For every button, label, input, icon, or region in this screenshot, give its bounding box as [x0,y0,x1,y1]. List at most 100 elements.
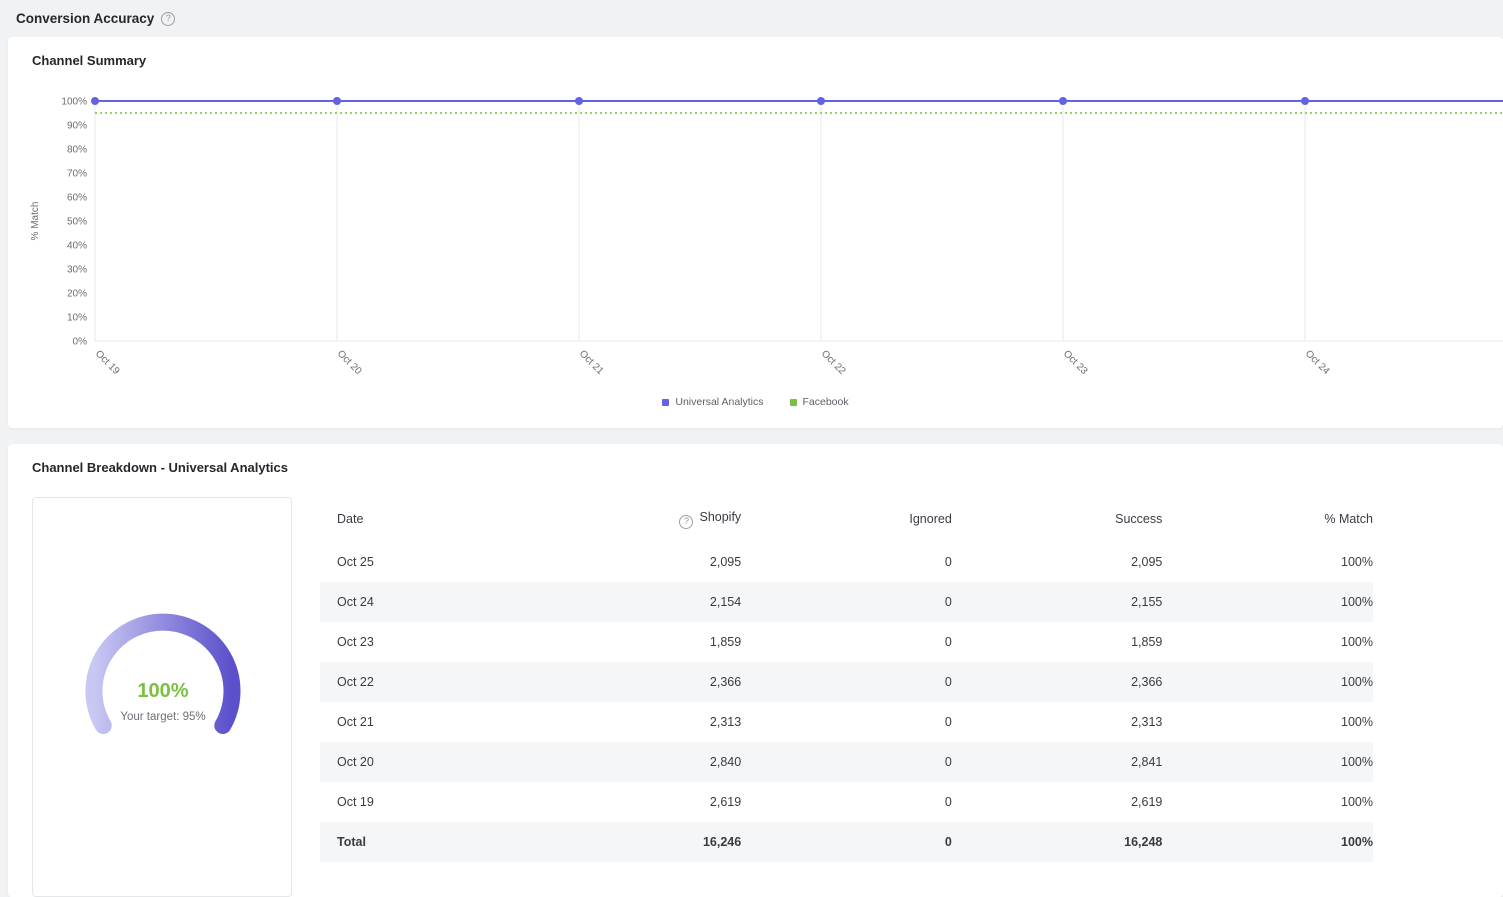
breakdown-table: Date? Shopify Ignored Success % Match Oct 25… [320,497,1373,862]
cell-shopify: 1,859 [709,634,742,649]
cell-success: 2,841 [1131,754,1163,769]
cell-ignored: 0 [944,634,952,649]
table-row: Oct 21 2,313 0 2,313 100% [320,702,1373,742]
legend-label: Universal Analytics [675,396,764,408]
legend-swatch [662,398,670,406]
gauge-arc [85,613,241,734]
cell-shopify: 2,154 [709,594,742,609]
legend-swatch [789,398,797,406]
data-point-universal-analytics[interactable] [1059,97,1067,105]
cell-success: 16,248 [1124,834,1163,849]
y-tick-label: 20% [67,289,87,300]
line-chart: 100% 90% 80% 70% 60% 50% 40% 30% 20% 10% 0% % Match… [30,97,1503,377]
y-tick-label: 0% [73,337,88,348]
data-point-universal-analytics[interactable] [333,97,341,105]
col-header-date: Date [320,497,531,542]
legend-item-facebook[interactable]: Facebook [789,396,849,408]
breakdown-table-wrap: Date? Shopify Ignored Success % Match Oct 25… [320,497,1503,862]
col-header-label: Ignored [909,512,952,527]
cell-shopify: 2,840 [709,754,742,769]
legend-label: Facebook [802,396,849,408]
chart-legend: Universal Analytics Facebook [8,386,1503,428]
cell-success: 2,366 [1131,674,1163,689]
x-tick-label: Oct 20 [335,348,364,377]
channel-breakdown-title: Channel Breakdown - Universal Analytics [32,460,288,475]
table-header-row: Date? Shopify Ignored Success % Match [320,497,1373,542]
y-tick-label: 30% [67,265,87,276]
row-label: Oct 22 [337,674,374,689]
cell--match: 100% [1341,714,1373,729]
col-header-shopify: ? Shopify [531,497,742,542]
cell--match: 100% [1341,594,1373,609]
y-axis-title: % Match [30,202,41,241]
gauge-value: 100% [137,680,188,702]
cell-success: 2,095 [1131,554,1163,569]
data-point-universal-analytics[interactable] [817,97,825,105]
row-label: Oct 20 [337,754,374,769]
y-tick-label: 100% [61,97,87,108]
cell-ignored: 0 [944,714,952,729]
cell--match: 100% [1341,834,1373,849]
channel-summary-chart: 100% 90% 80% 70% 60% 50% 40% 30% 20% 10% 0% % Match… [8,86,1503,386]
cell--match: 100% [1341,754,1373,769]
cell-success: 2,155 [1131,594,1163,609]
col-header-success: Success [952,497,1163,542]
table-row: Oct 24 2,154 0 2,155 100% [320,581,1373,622]
col-header--match: % Match [1162,497,1373,542]
x-tick-label: Oct 19 [93,348,122,377]
row-label: Oct 25 [337,554,374,569]
gauge-panel: 100% Your target: 95% [32,497,292,897]
col-header-label: Shopify [699,510,742,524]
cell-ignored: 0 [944,594,952,609]
cell-shopify: 16,246 [702,834,742,849]
y-tick-label: 60% [67,193,87,204]
cell-shopify: 2,313 [709,714,742,729]
x-tick-label: Oct 21 [577,348,606,377]
row-label: Oct 19 [337,794,374,809]
gauge-chart: 100% Your target: 95% [85,613,241,734]
y-tick-label: 80% [67,145,87,156]
cell-ignored: 0 [944,794,952,809]
topbar: Conversion Accuracy ? [0,0,1503,37]
cell--match: 100% [1341,794,1373,809]
channel-summary-title: Channel Summary [32,53,147,68]
y-tick-label: 40% [67,241,87,252]
x-tick-label: Oct 23 [1061,348,1090,377]
channel-breakdown-card: Channel Breakdown - Universal Analytics … [8,444,1503,897]
cell-ignored: 0 [944,834,952,849]
cell--match: 100% [1341,554,1373,569]
data-point-universal-analytics[interactable] [91,97,99,105]
col-header-ignored: Ignored [741,497,952,542]
y-tick-label: 10% [67,313,87,324]
table-row: Oct 25 2,095 0 2,095 100% [320,542,1373,582]
row-label: Oct 23 [337,634,374,649]
help-icon[interactable]: ? [161,11,176,26]
cell-success: 1,859 [1131,634,1163,649]
cell-shopify: 2,366 [709,674,742,689]
cell-shopify: 2,619 [709,794,742,809]
table-row: Oct 20 2,840 0 2,841 100% [320,741,1373,782]
cell-shopify: 2,095 [709,554,742,569]
y-tick-label: 70% [67,169,87,180]
data-point-universal-analytics[interactable] [575,97,583,105]
cell--match: 100% [1341,634,1373,649]
shopify-info-icon[interactable]: ? [679,514,694,529]
col-header-label: Success [1115,512,1163,527]
cell-ignored: 0 [944,674,952,689]
row-label: Total [337,834,366,849]
cell--match: 100% [1341,674,1373,689]
x-tick-label: Oct 22 [819,348,848,377]
table-row: Oct 23 1,859 0 1,859 100% [320,622,1373,662]
cell-ignored: 0 [944,554,952,569]
row-label: Oct 21 [337,714,374,729]
x-tick-label: Oct 24 [1303,348,1332,377]
legend-item-universal-analytics[interactable]: Universal Analytics [662,396,764,408]
cell-ignored: 0 [944,754,952,769]
table-row: Oct 22 2,366 0 2,366 100% [320,661,1373,702]
table-row: Oct 19 2,619 0 2,619 100% [320,782,1373,822]
table-total-row: Total 16,246 0 16,248 100% [320,821,1373,862]
data-point-universal-analytics[interactable] [1301,97,1309,105]
y-tick-label: 90% [67,121,87,132]
col-header-label: Date [337,512,364,527]
row-label: Oct 24 [337,594,374,609]
